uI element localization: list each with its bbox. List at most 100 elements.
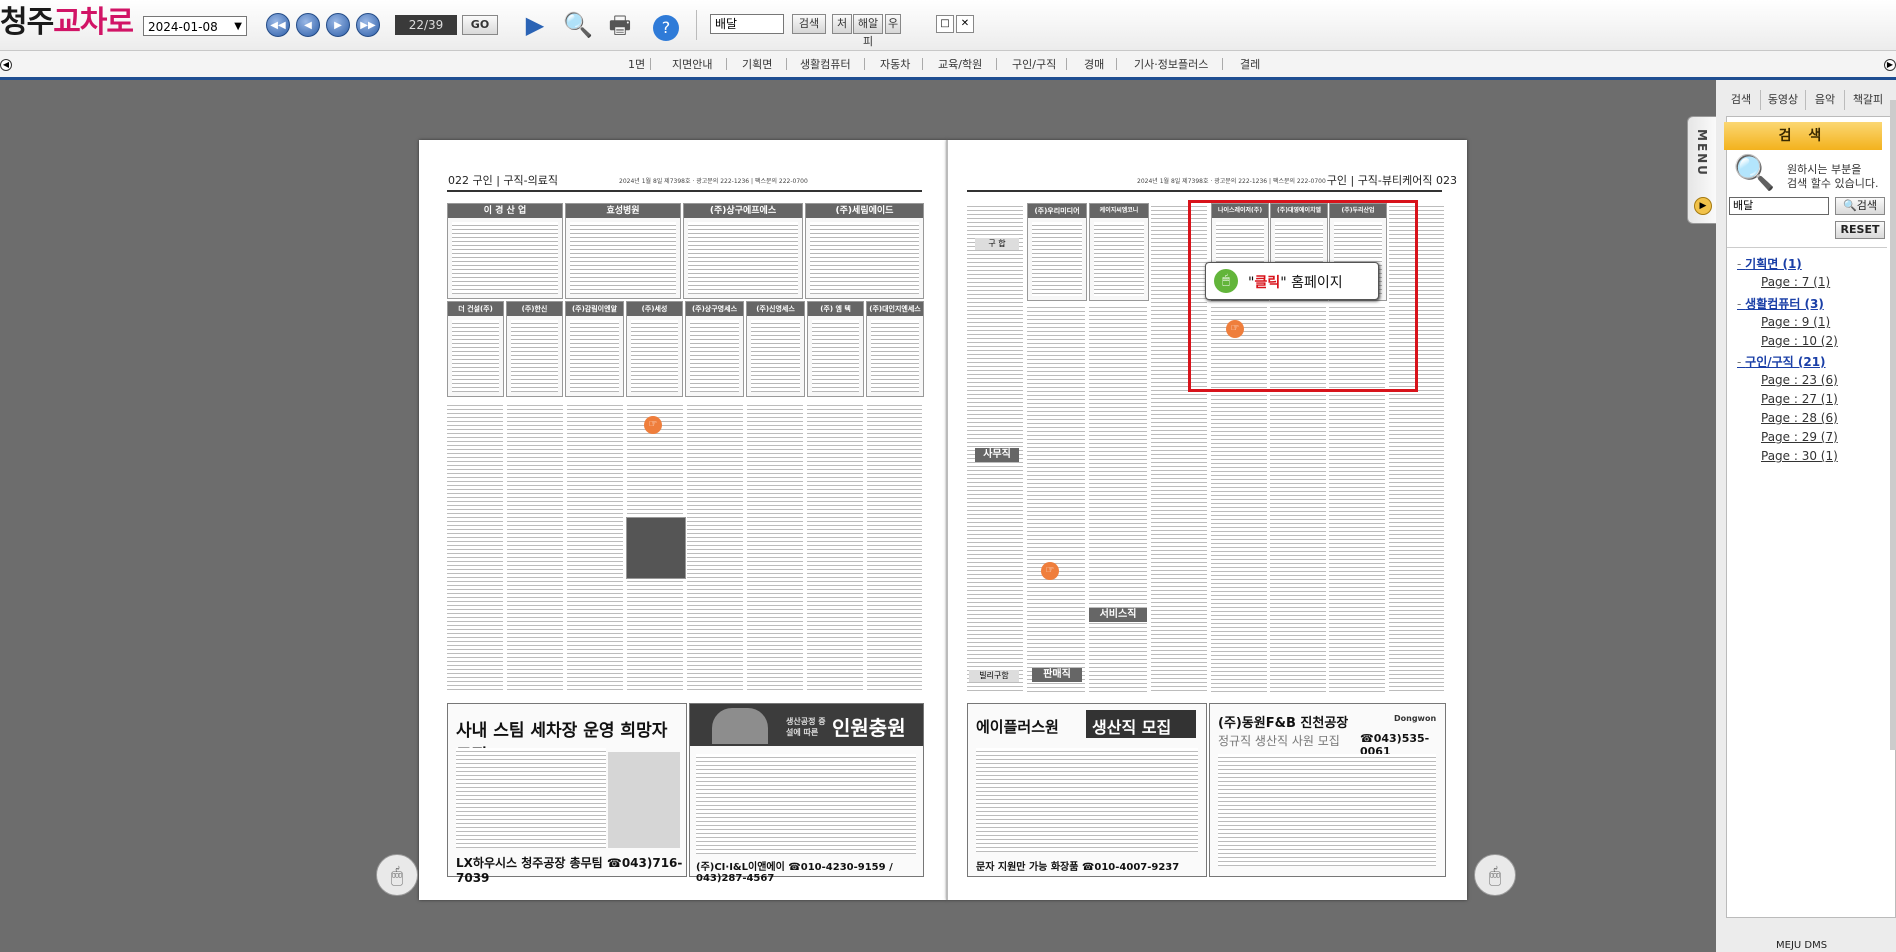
section-label: 사무직 xyxy=(975,448,1019,462)
job-ad-title: (주)세림에이드 xyxy=(806,204,923,218)
display-ad-title: 인원충원 xyxy=(832,716,906,740)
tab-video[interactable]: 동영상 xyxy=(1761,90,1806,110)
result-page-link[interactable]: Page : 29 (7) xyxy=(1761,430,1838,444)
display-ad[interactable]: 에이플러스원 생산직 모집 문자 지원만 가능 화장품 ☎010-4007-92… xyxy=(967,703,1207,877)
mouse-wheel-right-icon[interactable]: 🖱 xyxy=(1474,854,1516,896)
menu-item-education[interactable]: 교육/학원 xyxy=(938,56,982,72)
first-page-button[interactable]: ◀◀ xyxy=(266,13,290,37)
result-page-link[interactable]: Page : 23 (6) xyxy=(1761,373,1838,387)
section-label: 구 합 xyxy=(975,238,1019,250)
menu-side-tab[interactable]: MENU ▶ xyxy=(1687,116,1717,224)
sidebar-search-input[interactable]: 배달 xyxy=(1729,197,1829,215)
result-page-link[interactable]: Page : 10 (2) xyxy=(1761,334,1838,348)
menu-item-feature[interactable]: 기획면 xyxy=(742,56,772,72)
footer-credit: MEJU DMS xyxy=(1776,940,1828,951)
job-ad-title: 더 건설(주) xyxy=(448,302,503,316)
job-ad-block[interactable]: (주) 엠 텍 xyxy=(807,301,864,397)
display-ad[interactable]: 생산공정 증설에 따른 인원충원 (주)CI·I&L이앤에이 ☎010-4230… xyxy=(689,703,924,884)
result-page-link[interactable]: Page : 9 (1) xyxy=(1761,315,1830,329)
display-ad-title2: 생산직 모집 xyxy=(1092,718,1172,737)
menu-scroll-left-icon[interactable]: ◀ xyxy=(0,59,12,71)
date-select[interactable]: 2024-01-08 ▼ xyxy=(143,16,247,36)
sidebar-scrollbar[interactable] xyxy=(1890,100,1896,750)
display-ad-title: 에이플러스원 xyxy=(976,718,1059,736)
job-ad-block[interactable]: (주)대인지엔세스 xyxy=(866,301,924,397)
job-ad-block[interactable]: (주)상구에프에스 xyxy=(683,203,803,299)
close-window-button[interactable]: ✕ xyxy=(956,15,974,33)
job-ad-block[interactable]: (주)상구영세스 xyxy=(685,301,744,397)
last-page-button[interactable]: ▶▶ xyxy=(356,13,380,37)
prev-result-button[interactable]: 처 xyxy=(832,14,852,34)
job-ad-block[interactable]: (주)신영세스 xyxy=(746,301,805,397)
display-ad[interactable]: (주)동원F&B 진천공장 정규직 생산직 사원 모집 ☎043)535-006… xyxy=(1209,703,1446,877)
menu-tab-label: MENU xyxy=(1695,129,1709,177)
tooltip-quote-word: 클릭 xyxy=(1254,275,1281,291)
search-icon: 🔍 xyxy=(1843,199,1857,212)
next-page-button[interactable]: ▶ xyxy=(326,13,350,37)
job-ad-block[interactable]: (주)세성 xyxy=(626,301,683,397)
job-ad-block[interactable]: (주)한신 xyxy=(506,301,563,397)
tab-bookmark[interactable]: 책갈피 xyxy=(1845,90,1891,110)
job-ad-block[interactable]: 더 건설(주) xyxy=(447,301,504,397)
result-page-link[interactable]: Page : 28 (6) xyxy=(1761,411,1838,425)
menu-separator xyxy=(996,58,997,70)
job-ad-block[interactable]: (주)우리미디어 xyxy=(1027,203,1087,301)
job-ad-block[interactable]: 효성병원 xyxy=(565,203,681,299)
menu-scroll-right-icon[interactable]: ▶ xyxy=(1884,59,1896,71)
next-result-button[interactable]: 해알피 xyxy=(853,14,883,48)
sidebar-search-button-label: 검색 xyxy=(1856,199,1877,212)
link-marker-icon[interactable]: ☞ xyxy=(1041,562,1059,580)
tab-music[interactable]: 음악 xyxy=(1806,90,1845,110)
display-ad[interactable]: 사내 스팀 세차장 운영 희망자 모집 LX하우시스 청주공장 총무팀 ☎043… xyxy=(447,703,687,885)
menu-item-computer[interactable]: 생활컴퓨터 xyxy=(800,56,851,72)
result-page-link[interactable]: Page : 7 (1) xyxy=(1761,275,1830,289)
result-page-link[interactable]: Page : 30 (1) xyxy=(1761,449,1838,463)
menu-item-auction[interactable]: 경매 xyxy=(1084,56,1104,72)
job-ad-title: (주)우리미디어 xyxy=(1028,204,1086,218)
video-icon[interactable]: ▶ xyxy=(520,10,550,40)
homepage-tooltip[interactable]: 🖱 "클릭" 홈페이지 xyxy=(1205,262,1379,300)
job-ad-block[interactable]: (주)감림이엔알 xyxy=(565,301,624,397)
result-category-label: 구인/구직 (21) xyxy=(1745,355,1826,369)
restore-window-button[interactable]: □ xyxy=(936,15,954,33)
job-ad-block[interactable]: (주)세림에이드 xyxy=(805,203,924,299)
zoom-icon[interactable]: 🔍 xyxy=(563,10,593,40)
reset-button[interactable]: RESET xyxy=(1835,221,1885,239)
go-button[interactable]: GO xyxy=(462,15,498,35)
section-menu-bar: 1면 지면안내 기획면 생활컴퓨터 자동차 교육/학원 구인/구직 경매 기사·… xyxy=(0,51,1896,80)
help-icon[interactable]: ? xyxy=(651,10,681,41)
menu-item-front[interactable]: 1면 xyxy=(628,56,645,72)
job-ad-block[interactable]: 케이지씨엠코니 xyxy=(1089,203,1149,301)
link-marker-icon[interactable]: ☞ xyxy=(644,416,662,434)
search-button[interactable]: 검색 xyxy=(792,14,826,34)
result-page-link[interactable]: Page : 27 (1) xyxy=(1761,392,1838,406)
result-category[interactable]: - 기획면 (1) xyxy=(1737,255,1802,272)
classified-column xyxy=(747,402,803,692)
search-input[interactable]: 배달 xyxy=(710,14,784,34)
menu-item-car[interactable]: 자동차 xyxy=(880,56,910,72)
menu-item-articles[interactable]: 기사·정보플러스 xyxy=(1134,56,1208,72)
sidebar-search-button[interactable]: 🔍검색 xyxy=(1835,197,1885,215)
job-ad-title: (주)신영세스 xyxy=(747,302,804,316)
boxed-ad[interactable] xyxy=(626,517,686,579)
logo[interactable]: 청주교차로 xyxy=(0,6,134,40)
extra-button[interactable]: 우 xyxy=(885,14,901,34)
result-category[interactable]: - 생활컴퓨터 (3) xyxy=(1737,295,1824,312)
mouse-wheel-left-icon[interactable]: 🖱 xyxy=(376,854,418,896)
result-category[interactable]: - 구인/구직 (21) xyxy=(1737,353,1826,370)
menu-separator xyxy=(922,58,923,70)
menu-item-other[interactable]: 결레 xyxy=(1240,56,1260,72)
menu-toggle-icon[interactable]: ▶ xyxy=(1694,197,1712,215)
job-ad-title: (주)상구에프에스 xyxy=(684,204,802,218)
menu-separator xyxy=(726,58,727,70)
job-ad-block[interactable]: 이 경 산 업 xyxy=(447,203,563,299)
left-newspaper-page[interactable]: 022 구인 | 구직-의료직 2024년 1월 8일 제7398호 · 광고문… xyxy=(419,140,947,900)
classified-column xyxy=(807,402,863,692)
menu-item-jobs[interactable]: 구인/구직 xyxy=(1012,56,1056,72)
menu-item-guide[interactable]: 지면안내 xyxy=(672,56,712,72)
prev-page-button[interactable]: ◀ xyxy=(296,13,320,37)
page-indicator[interactable]: 22/39 xyxy=(395,15,457,35)
print-icon[interactable]: 🖶 xyxy=(605,10,635,40)
divider xyxy=(1727,247,1887,248)
tab-search[interactable]: 검색 xyxy=(1722,90,1761,110)
